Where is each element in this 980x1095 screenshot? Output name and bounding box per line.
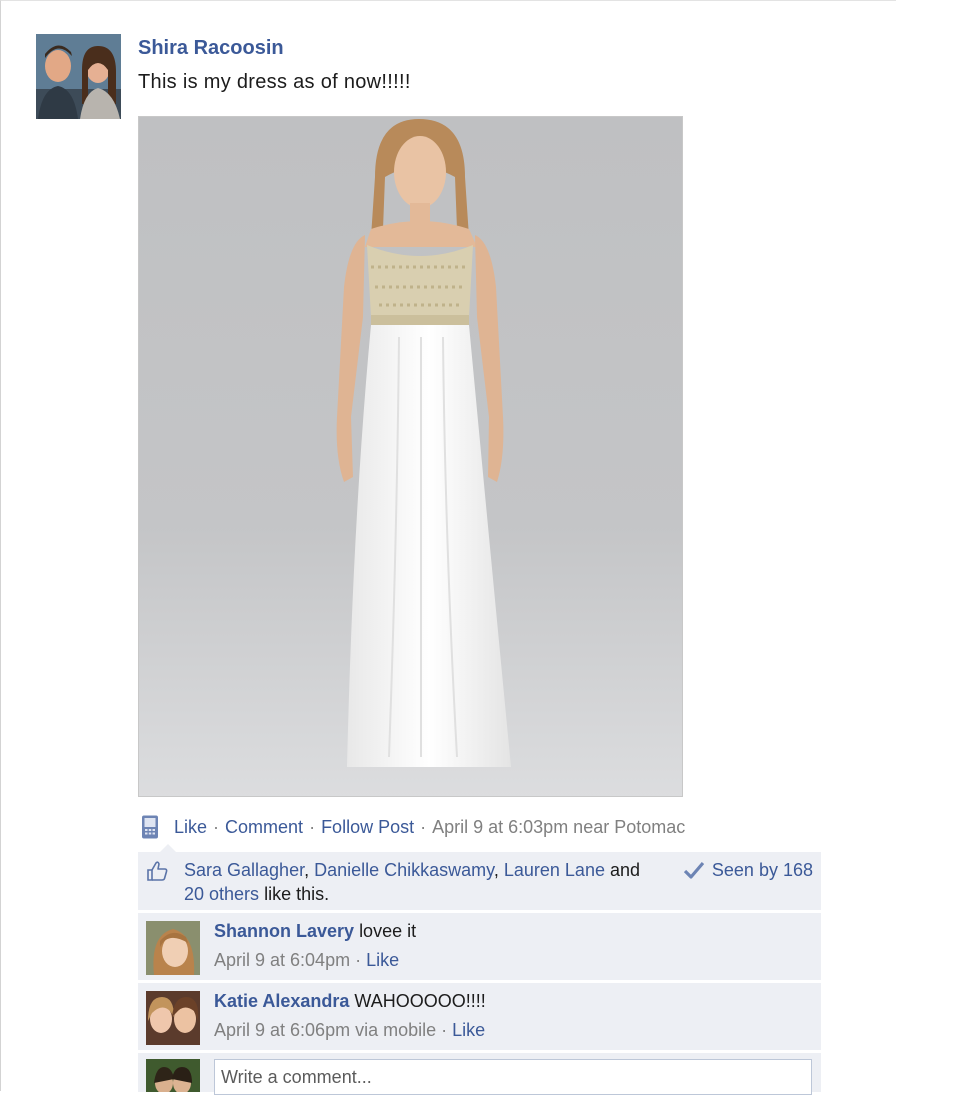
news-feed-story: Shira Racoosin This is my dress as of no… [0, 0, 896, 1095]
separator: · [441, 1020, 448, 1040]
commenter-name-link[interactable]: Katie Alexandra [214, 991, 349, 1011]
post-message: This is my dress as of now!!!!! [138, 71, 411, 93]
comment-timestamp[interactable]: April 9 at 6:04pm [214, 950, 350, 970]
post-photo[interactable] [138, 116, 683, 797]
comment-input[interactable] [214, 1059, 812, 1095]
separator: · [213, 816, 220, 837]
commenter-avatar[interactable] [146, 991, 200, 1045]
comment-link[interactable]: Comment [225, 817, 303, 838]
comment-timestamp[interactable]: April 9 at 6:06pm via mobile [214, 1020, 436, 1040]
comment-text: lovee it [359, 921, 417, 941]
post-action-bar: Like · Comment · Follow Post · April 9 a… [141, 815, 685, 839]
follow-post-link[interactable]: Follow Post [321, 817, 414, 838]
comma: , [304, 860, 310, 880]
author-name-link[interactable]: Shira Racoosin [138, 37, 284, 60]
others-link[interactable]: 20 others [184, 884, 259, 904]
likes-text: Sara Gallagher, Danielle Chikkaswamy, La… [184, 858, 644, 906]
like-link[interactable]: Like [174, 817, 207, 838]
likes-suffix: like this. [264, 884, 330, 904]
comma: , [493, 860, 499, 880]
separator: · [309, 816, 316, 837]
comment-composer [138, 1053, 821, 1095]
seen-by-label[interactable]: Seen by 168 [712, 858, 813, 882]
comment-like-link[interactable]: Like [452, 1020, 485, 1040]
separator: · [355, 950, 362, 970]
comment-like-link[interactable]: Like [366, 950, 399, 970]
likes-summary: Sara Gallagher, Danielle Chikkaswamy, La… [138, 844, 821, 910]
comment-meta: April 9 at 6:06pm via mobile · Like [214, 1020, 485, 1041]
commenter-avatar[interactable] [146, 921, 200, 975]
seen-by[interactable]: Seen by 168 [683, 858, 813, 882]
post-timestamp[interactable]: April 9 at 6:03pm near Potomac [432, 817, 685, 838]
separator: · [420, 816, 427, 837]
liker-link[interactable]: Sara Gallagher [184, 860, 304, 880]
liker-link[interactable]: Danielle Chikkaswamy [314, 860, 494, 880]
liker-link[interactable]: Lauren Lane [504, 860, 605, 880]
thumbs-up-icon [147, 861, 168, 881]
author-avatar[interactable] [36, 34, 121, 119]
comment-body: Katie Alexandra WAHOOOOO!!!! [214, 991, 486, 1012]
likes-and: and [609, 860, 641, 880]
mobile-phone-icon [142, 815, 158, 839]
viewer-avatar [146, 1059, 200, 1092]
comment-body: Shannon Lavery lovee it [214, 921, 416, 942]
commenter-name-link[interactable]: Shannon Lavery [214, 921, 354, 941]
comment-text: WAHOOOOO!!!! [354, 991, 486, 1011]
comment-meta: April 9 at 6:04pm · Like [214, 950, 399, 971]
comment-item: Shannon Lavery lovee it April 9 at 6:04p… [138, 913, 821, 980]
checkmark-icon [683, 861, 704, 879]
comment-item: Katie Alexandra WAHOOOOO!!!! April 9 at … [138, 983, 821, 1050]
